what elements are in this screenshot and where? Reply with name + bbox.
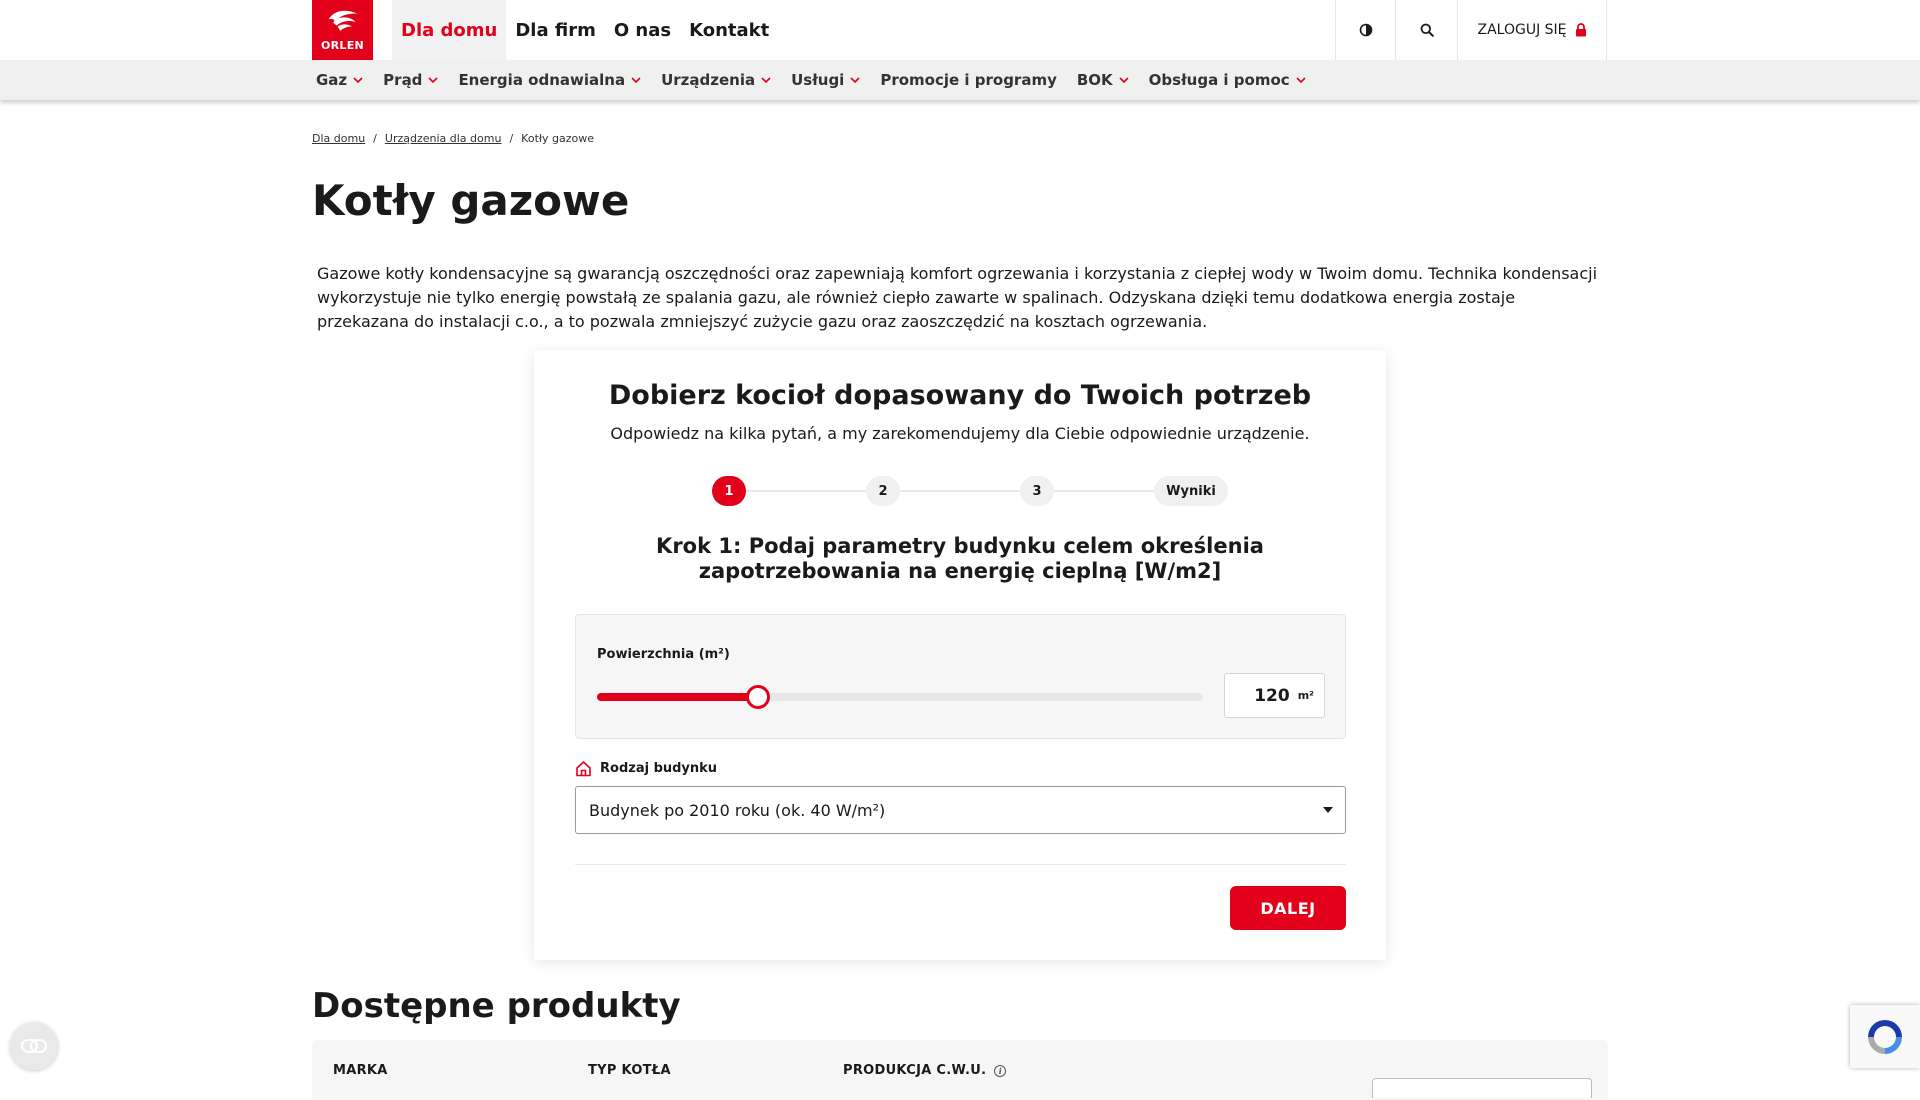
step-2-indicator[interactable]: 2 — [866, 476, 900, 506]
step-results-indicator[interactable]: Wyniki — [1154, 476, 1228, 506]
area-label: Powierzchnia (m²) — [597, 647, 730, 662]
home-icon — [576, 761, 591, 777]
chevron-down-icon — [761, 77, 771, 83]
breadcrumb-separator: / — [509, 132, 514, 145]
eagle-logo-icon — [328, 10, 357, 31]
step-3-indicator[interactable]: 3 — [1020, 476, 1054, 506]
boiler-selector-card: Dobierz kocioł dopasowany do Twoich potr… — [534, 350, 1386, 960]
subnav-item-energia-odnawialna[interactable]: Energia odnawialna — [448, 60, 651, 100]
top-actions: ZALOGUJ SIĘ — [1335, 0, 1607, 60]
recaptcha-icon — [1868, 1019, 1902, 1054]
chevron-down-icon — [1119, 77, 1129, 83]
subnav-item-gaz[interactable]: Gaz — [306, 60, 373, 100]
sub-nav-list: Gaz Prąd Energia odnawialna Urządzenia U… — [306, 60, 1316, 100]
building-type-label: Rodzaj budynku — [600, 761, 718, 776]
building-type-label-row: Rodzaj budynku — [575, 760, 717, 777]
main-nav-dla-firm[interactable]: Dla firm — [506, 0, 605, 60]
search-button[interactable] — [1395, 0, 1457, 60]
cookie-settings-button[interactable] — [10, 1022, 58, 1070]
info-icon[interactable]: i — [994, 1064, 1007, 1077]
top-bar: ORLEN Dla domu Dla firm O nas Kontakt ZA… — [0, 0, 1920, 60]
building-type-select[interactable]: Budynek po 2010 roku (ok. 40 W/m²) — [575, 786, 1346, 834]
subnav-item-promocje[interactable]: Promocje i programy — [870, 60, 1067, 100]
card-divider — [575, 864, 1346, 865]
breadcrumb-separator: / — [373, 132, 377, 145]
subnav-label: Obsługa i pomoc — [1148, 71, 1290, 89]
subnav-label: Gaz — [316, 71, 348, 89]
contrast-icon — [1359, 23, 1372, 37]
main-nav-o-nas[interactable]: O nas — [605, 0, 680, 60]
subnav-item-uslugi[interactable]: Usługi — [781, 60, 870, 100]
wizard-title: Dobierz kocioł dopasowany do Twoich potr… — [608, 380, 1312, 411]
subnav-label: BOK — [1076, 71, 1113, 89]
main-nav-kontakt[interactable]: Kontakt — [680, 0, 778, 60]
area-panel: Powierzchnia (m²) 120 m² — [575, 614, 1346, 739]
chevron-down-icon — [631, 77, 641, 83]
main-nav: Dla domu Dla firm O nas Kontakt — [392, 0, 778, 60]
area-slider-handle[interactable] — [745, 685, 770, 709]
step-heading-line-2: zapotrzebowania na energię cieplną [W/m2… — [698, 559, 1222, 583]
subnav-label: Energia odnawialna — [458, 71, 626, 89]
logo-text: ORLEN — [320, 39, 365, 52]
column-header-marka[interactable]: MARKA — [333, 1063, 388, 1078]
chevron-down-icon — [428, 77, 439, 83]
chevron-down-icon — [850, 77, 860, 83]
column-header-produkcja-cwu[interactable]: PRODUKCJA C.W.U. i — [843, 1063, 1007, 1078]
caret-down-icon — [1323, 807, 1333, 813]
building-type-value: Budynek po 2010 roku (ok. 40 W/m²) — [589, 800, 886, 820]
breadcrumb-current: Kotły gazowe — [521, 132, 595, 145]
breadcrumb-link-dla-domu[interactable]: Dla domu — [312, 132, 365, 145]
subnav-label: Prąd — [383, 71, 423, 89]
products-title: Dostępne produkty — [312, 986, 681, 1026]
subnav-item-urzadzenia[interactable]: Urządzenia — [651, 60, 781, 100]
chevron-down-icon — [353, 77, 363, 83]
orlen-logo[interactable]: ORLEN — [312, 0, 373, 60]
chevron-down-icon — [1296, 77, 1306, 83]
products-table-header: MARKA TYP KOTŁA PRODUKCJA C.W.U. i — [312, 1040, 1608, 1100]
page-title: Kotły gazowe — [312, 176, 630, 225]
main-nav-dla-domu[interactable]: Dla domu — [392, 0, 507, 60]
area-input[interactable]: 120 m² — [1224, 673, 1325, 718]
subnav-label: Promocje i programy — [880, 71, 1057, 89]
recaptcha-badge[interactable] — [1850, 1005, 1920, 1068]
cookie-settings-icon — [21, 1039, 47, 1053]
search-icon — [1420, 23, 1434, 37]
contrast-button[interactable] — [1335, 0, 1395, 60]
area-unit: m² — [1297, 689, 1314, 702]
wizard-steps: 1 2 3 Wyniki — [534, 476, 1386, 506]
step-heading: Krok 1: Podaj parametry budynku celem ok… — [534, 534, 1386, 584]
steps-connector-line — [712, 490, 1192, 492]
sort-dropdown[interactable] — [1372, 1078, 1592, 1098]
sub-nav: Gaz Prąd Energia odnawialna Urządzenia U… — [0, 60, 1920, 100]
area-value: 120 — [1254, 685, 1290, 706]
area-slider-fill — [597, 693, 758, 701]
breadcrumb: Dla domu / Urządzenia dla domu / Kotły g… — [312, 132, 594, 145]
step-heading-line-1: Krok 1: Podaj parametry budynku celem ok… — [656, 534, 1264, 558]
wizard-subtitle: Odpowiedz na kilka pytań, a my zarekomen… — [610, 424, 1310, 443]
subnav-label: Urządzenia — [661, 71, 756, 89]
lock-icon — [1575, 23, 1586, 37]
intro-text: Gazowe kotły kondensacyjne są gwarancją … — [317, 264, 1598, 331]
breadcrumb-link-urzadzenia[interactable]: Urządzenia dla domu — [385, 132, 502, 145]
area-slider[interactable] — [597, 685, 1203, 709]
login-button[interactable]: ZALOGUJ SIĘ — [1457, 0, 1607, 60]
login-label: ZALOGUJ SIĘ — [1477, 22, 1567, 38]
subnav-label: Usługi — [791, 71, 845, 89]
subnav-item-prad[interactable]: Prąd — [373, 60, 448, 100]
next-button[interactable]: DALEJ — [1230, 886, 1346, 930]
subnav-item-bok[interactable]: BOK — [1067, 60, 1139, 100]
column-header-typ-kotla[interactable]: TYP KOTŁA — [588, 1063, 671, 1078]
column-header-label: PRODUKCJA C.W.U. — [843, 1063, 987, 1078]
step-1-indicator[interactable]: 1 — [712, 476, 746, 506]
subnav-item-obsluga[interactable]: Obsługa i pomoc — [1139, 60, 1316, 100]
